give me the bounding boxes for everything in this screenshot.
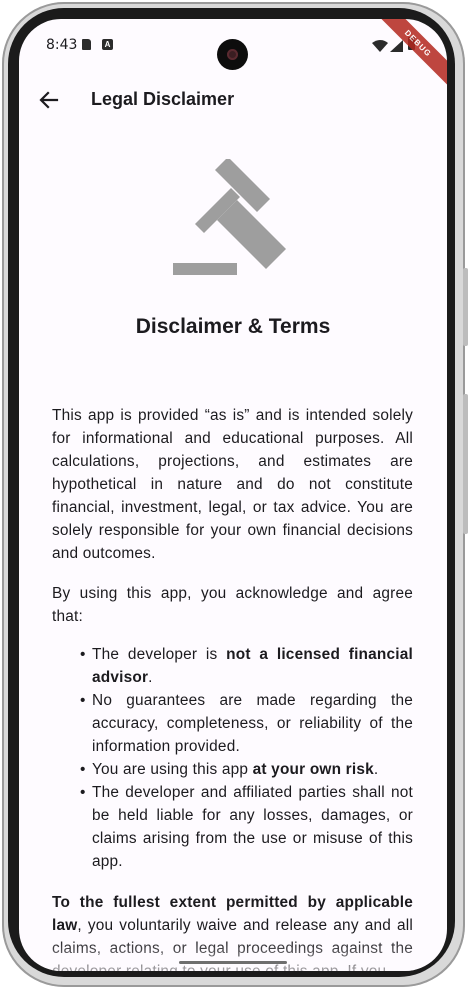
home-indicator[interactable] (179, 961, 287, 964)
list-item: • You are using this app at your own risk… (80, 761, 379, 778)
signal-icon (390, 40, 403, 52)
acknowledgement-list: • The developer is not a licensed financi… (80, 643, 413, 873)
status-time: 8:43 (46, 37, 78, 53)
sd-card-icon (82, 39, 91, 50)
page-title: Legal Disclaimer (91, 89, 235, 109)
disclaimer-paragraph-2: By using this app, you acknowledge and a… (52, 585, 413, 625)
list-item: • No guarantees are made regarding the ac… (80, 692, 413, 755)
app-bar: Legal Disclaimer (19, 75, 447, 125)
arrow-left-icon (39, 91, 59, 109)
list-item: • The developer is not a licensed financi… (80, 646, 413, 686)
status-bar: 8:43 A DEBUG (19, 19, 447, 89)
gavel-icon (173, 159, 286, 275)
scroll-fade (19, 939, 447, 971)
back-button[interactable] (31, 82, 67, 118)
disclaimer-heading: Disclaimer & Terms (135, 315, 331, 338)
disclaimer-paragraph-1: This app is provided “as is” and is inte… (52, 407, 413, 562)
accessibility-a-icon: A (102, 39, 113, 50)
wifi-icon (372, 40, 388, 52)
screen: 8:43 A DEBUG Legal Disclaimer Disclaimer… (19, 19, 447, 971)
list-item: • The developer and affiliated parties sh… (80, 784, 413, 870)
front-camera (217, 39, 248, 70)
volume-button (463, 394, 468, 534)
power-button (463, 268, 468, 346)
